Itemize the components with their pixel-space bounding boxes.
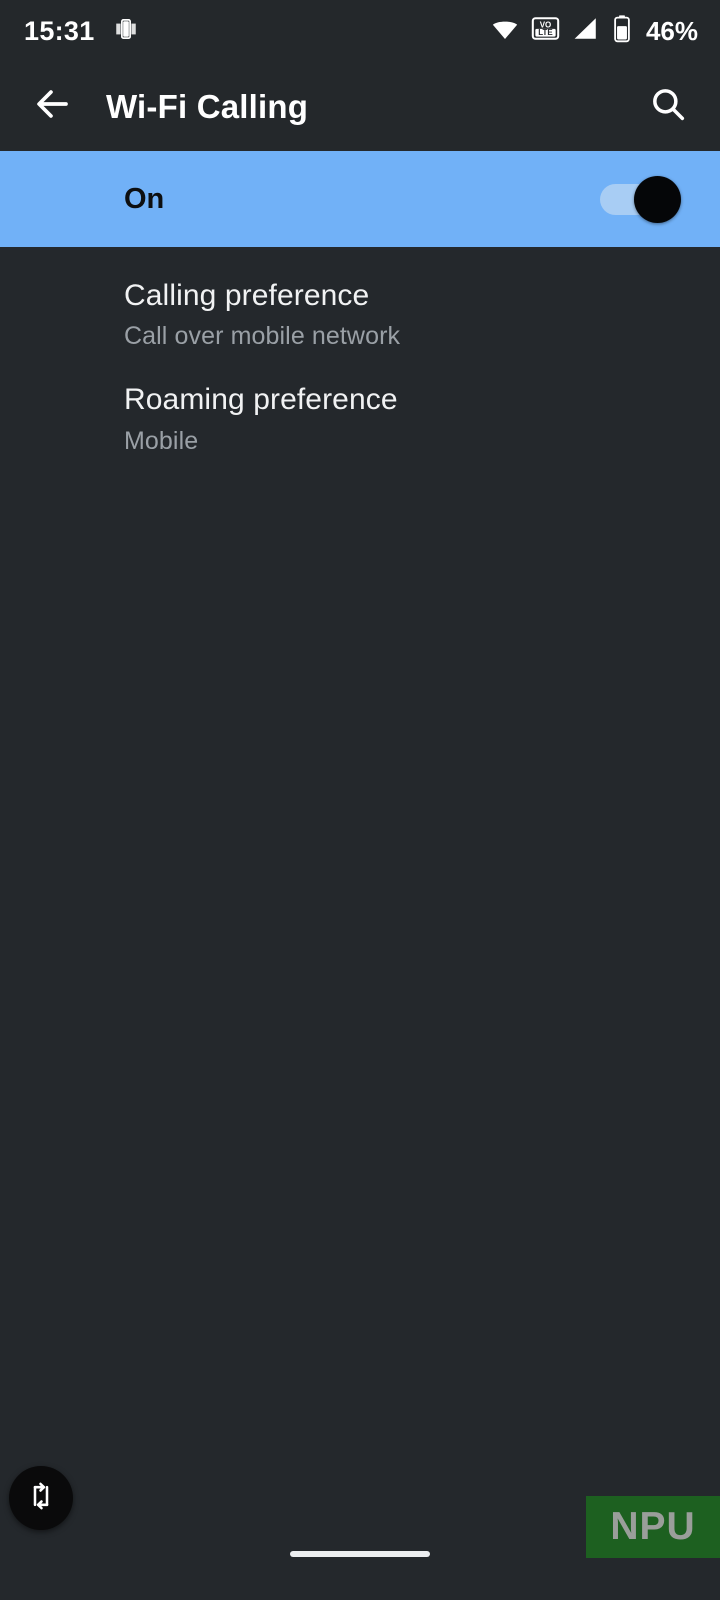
home-indicator[interactable] bbox=[290, 1551, 430, 1557]
switch-thumb bbox=[634, 176, 681, 223]
master-toggle-row[interactable]: On bbox=[0, 151, 720, 247]
preference-list: Calling preference Call over mobile netw… bbox=[0, 247, 720, 456]
npu-watermark: NPU bbox=[586, 1496, 720, 1558]
search-icon bbox=[648, 84, 688, 129]
npu-watermark-text: NPU bbox=[610, 1505, 696, 1548]
arrow-back-icon bbox=[31, 83, 73, 130]
volte-icon: VO LTE bbox=[531, 14, 560, 48]
status-bar-system-icons: VO LTE 46% bbox=[490, 14, 698, 49]
svg-text:LTE: LTE bbox=[538, 28, 552, 37]
battery-percent-label: 46% bbox=[645, 15, 698, 46]
page-title: Wi-Fi Calling bbox=[106, 87, 309, 125]
signal-icon bbox=[571, 14, 600, 48]
preference-summary: Call over mobile network bbox=[124, 322, 401, 351]
search-button[interactable] bbox=[642, 81, 694, 133]
status-bar-notification-icons bbox=[113, 16, 139, 47]
preference-item-roaming[interactable]: Roaming preference Mobile bbox=[0, 351, 720, 455]
wifi-icon bbox=[490, 14, 520, 49]
screen-rotation-button[interactable] bbox=[9, 1466, 73, 1530]
status-clock: 15:31 bbox=[24, 15, 95, 46]
app-bar: Wi-Fi Calling bbox=[0, 62, 720, 151]
battery-icon bbox=[611, 14, 633, 48]
preference-title: Roaming preference bbox=[124, 383, 398, 417]
screen-rotation-icon bbox=[25, 1480, 57, 1517]
preference-item-calling[interactable]: Calling preference Call over mobile netw… bbox=[0, 247, 720, 351]
back-button[interactable] bbox=[26, 81, 78, 133]
screen-record-icon bbox=[113, 16, 139, 47]
preference-title: Calling preference bbox=[124, 279, 370, 312]
master-toggle-label: On bbox=[124, 182, 165, 215]
phone-screen: 15:31 VO LTE 46% Wi-Fi Calling On Callin… bbox=[0, 0, 720, 1600]
preference-summary: Mobile bbox=[124, 426, 199, 455]
status-bar: 15:31 VO LTE 46% bbox=[0, 0, 720, 62]
master-toggle-switch[interactable] bbox=[600, 175, 684, 223]
